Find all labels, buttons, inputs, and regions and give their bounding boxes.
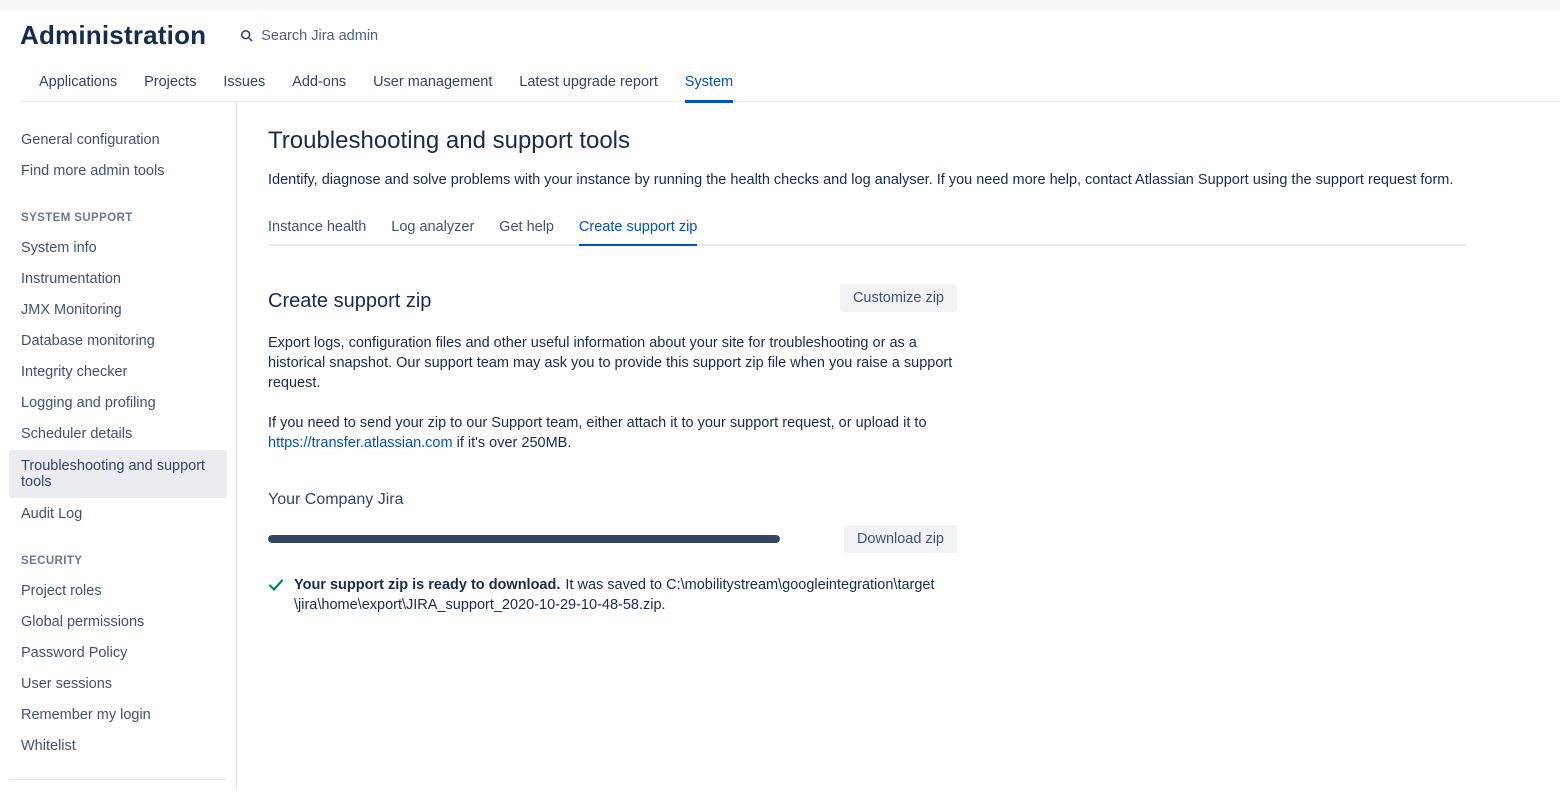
search-input[interactable] bbox=[261, 28, 481, 44]
content-description: Identify, diagnose and solve problems wi… bbox=[268, 172, 1560, 188]
search-icon bbox=[240, 29, 254, 43]
tab-instance-health[interactable]: Instance health bbox=[268, 219, 366, 244]
nav-item-projects[interactable]: Projects bbox=[144, 74, 196, 100]
zip-ready-status: Your support zip is ready to download. It… bbox=[268, 575, 957, 615]
sidebar-section-security: SECURITY bbox=[0, 555, 236, 567]
admin-search[interactable] bbox=[240, 28, 481, 44]
sidebar-item-general-configuration[interactable]: General configuration bbox=[9, 125, 227, 155]
progress-row: Download zip bbox=[268, 525, 957, 553]
section-paragraph-2: If you need to send your zip to our Supp… bbox=[268, 413, 957, 453]
sidebar-item-find-more-admin-tools[interactable]: Find more admin tools bbox=[9, 156, 227, 186]
nav-item-issues[interactable]: Issues bbox=[223, 74, 265, 100]
customize-zip-button[interactable]: Customize zip bbox=[840, 284, 957, 312]
page-title: Administration bbox=[20, 20, 206, 51]
create-support-zip-section: Create support zip Customize zip Export … bbox=[268, 284, 957, 615]
admin-top-nav: Applications Projects Issues Add-ons Use… bbox=[20, 73, 1560, 102]
paragraph-2-after-link: if it's over 250MB. bbox=[453, 435, 572, 451]
sidebar-item-global-permissions[interactable]: Global permissions bbox=[9, 607, 227, 637]
main-content: Troubleshooting and support tools Identi… bbox=[237, 102, 1560, 788]
status-line-1: It was saved to C:\mobilitystream\google… bbox=[565, 577, 934, 593]
sidebar-item-password-policy[interactable]: Password Policy bbox=[9, 638, 227, 668]
sidebar-divider bbox=[10, 779, 226, 780]
progress-fill bbox=[268, 535, 780, 543]
support-tools-tabs: Instance health Log analyzer Get help Cr… bbox=[268, 218, 1466, 246]
tab-create-support-zip[interactable]: Create support zip bbox=[579, 219, 697, 246]
nav-item-latest-upgrade-report[interactable]: Latest upgrade report bbox=[519, 74, 658, 100]
sidebar-item-database-monitoring[interactable]: Database monitoring bbox=[9, 326, 227, 356]
nav-item-user-management[interactable]: User management bbox=[373, 74, 492, 100]
nav-item-system[interactable]: System bbox=[685, 74, 733, 103]
sidebar-item-project-roles[interactable]: Project roles bbox=[9, 576, 227, 606]
sidebar-item-user-sessions[interactable]: User sessions bbox=[9, 669, 227, 699]
sidebar-item-integrity-checker[interactable]: Integrity checker bbox=[9, 357, 227, 387]
tab-log-analyzer[interactable]: Log analyzer bbox=[391, 219, 474, 244]
nav-item-applications[interactable]: Applications bbox=[39, 74, 117, 100]
transfer-atlassian-link[interactable]: https://transfer.atlassian.com bbox=[268, 435, 453, 451]
admin-header: Administration Applications Projects Iss… bbox=[0, 10, 1560, 102]
content-title: Troubleshooting and support tools bbox=[268, 127, 1560, 155]
sidebar-item-remember-my-login[interactable]: Remember my login bbox=[9, 700, 227, 730]
support-zip-progress-bar bbox=[268, 535, 780, 543]
sidebar-item-whitelist[interactable]: Whitelist bbox=[9, 731, 227, 761]
sidebar-item-logging-and-profiling[interactable]: Logging and profiling bbox=[9, 388, 227, 418]
paragraph-2-before-link: If you need to send your zip to our Supp… bbox=[268, 415, 927, 431]
status-bold-text: Your support zip is ready to download. bbox=[294, 577, 560, 593]
status-line-2: \jira\home\export\JIRA_support_2020-10-2… bbox=[294, 597, 666, 613]
section-title: Create support zip bbox=[268, 290, 431, 313]
download-zip-button[interactable]: Download zip bbox=[844, 525, 957, 553]
section-paragraph-1: Export logs, configuration files and oth… bbox=[268, 333, 957, 393]
tab-get-help[interactable]: Get help bbox=[499, 219, 554, 244]
success-check-icon bbox=[268, 577, 284, 593]
sidebar-item-jmx-monitoring[interactable]: JMX Monitoring bbox=[9, 295, 227, 325]
admin-sidebar: General configuration Find more admin to… bbox=[0, 102, 237, 788]
window-top-strip bbox=[0, 0, 1560, 10]
sidebar-section-system-support: SYSTEM SUPPORT bbox=[0, 212, 236, 224]
sidebar-item-scheduler-details[interactable]: Scheduler details bbox=[9, 419, 227, 449]
company-jira-title: Your Company Jira bbox=[268, 491, 957, 509]
sidebar-item-instrumentation[interactable]: Instrumentation bbox=[9, 264, 227, 294]
sidebar-item-audit-log[interactable]: Audit Log bbox=[9, 499, 227, 529]
sidebar-item-system-info[interactable]: System info bbox=[9, 233, 227, 263]
nav-item-add-ons[interactable]: Add-ons bbox=[292, 74, 346, 100]
status-message: Your support zip is ready to download. It… bbox=[294, 575, 935, 615]
sidebar-item-troubleshooting-and-support-tools[interactable]: Troubleshooting and support tools bbox=[9, 450, 227, 498]
